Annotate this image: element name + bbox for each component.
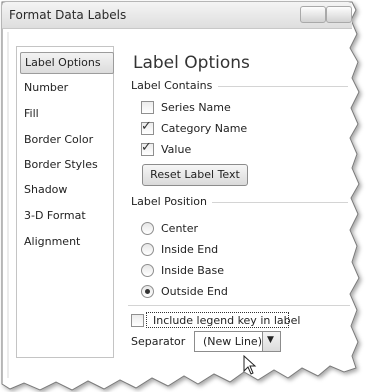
center-radio[interactable] xyxy=(141,221,154,235)
position-inside-base-option[interactable]: Inside Base xyxy=(141,262,224,278)
legend-key-checkbox[interactable] xyxy=(131,313,144,327)
nav-item-label: Number xyxy=(24,81,69,94)
nav-item-label: Label Options xyxy=(25,56,101,69)
series-name-option[interactable]: Series Name xyxy=(141,99,231,115)
checkmark-icon: ✓ xyxy=(141,139,152,155)
nav-item-label-options[interactable]: Label Options xyxy=(20,52,114,74)
mouse-cursor-icon xyxy=(243,355,257,375)
reset-label-text-button[interactable]: Reset Label Text xyxy=(142,164,248,186)
nav-item-label: Fill xyxy=(24,107,39,120)
group-divider xyxy=(218,86,348,87)
series-name-label: Series Name xyxy=(161,100,231,114)
separator-label: Separator xyxy=(131,335,186,348)
nav-item-label: Alignment xyxy=(24,235,81,248)
nav-item-border-styles[interactable]: Border Styles xyxy=(20,155,112,175)
value-checkbox[interactable]: ✓ xyxy=(141,139,154,156)
series-name-checkbox[interactable] xyxy=(141,100,154,114)
nav-item-number[interactable]: Number xyxy=(20,78,112,98)
category-list: Label Options Number Fill Border Color B… xyxy=(16,46,114,358)
inside-base-radio[interactable] xyxy=(141,263,154,277)
close-button[interactable] xyxy=(326,6,352,23)
title-bar: Format Data Labels xyxy=(2,2,352,29)
focus-rectangle xyxy=(146,312,289,328)
category-name-checkbox[interactable]: ✓ xyxy=(141,118,154,135)
nav-item-label: Border Styles xyxy=(24,158,98,171)
chevron-down-icon: ▼ xyxy=(267,335,274,345)
label-position-heading: Label Position xyxy=(131,195,208,208)
nav-item-shadow[interactable]: Shadow xyxy=(20,180,112,200)
label-contains-heading: Label Contains xyxy=(131,79,213,92)
checkmark-icon: ✓ xyxy=(141,118,152,134)
group-divider xyxy=(212,202,348,203)
category-name-option[interactable]: ✓ Category Name xyxy=(141,118,248,136)
window-title: Format Data Labels xyxy=(9,8,127,22)
value-option[interactable]: ✓ Value xyxy=(141,139,192,157)
center-label: Center xyxy=(161,221,199,235)
section-divider xyxy=(128,305,350,306)
outside-end-radio[interactable] xyxy=(141,284,154,298)
screenshot-stage: Format Data Labels Label Options Number … xyxy=(0,0,375,392)
nav-item-label: 3-D Format xyxy=(24,209,86,222)
nav-item-alignment[interactable]: Alignment xyxy=(20,232,112,252)
category-name-label: Category Name xyxy=(161,121,248,135)
position-inside-end-option[interactable]: Inside End xyxy=(141,241,218,257)
panel-title: Label Options xyxy=(133,53,250,73)
value-label: Value xyxy=(161,142,192,156)
inside-base-label: Inside Base xyxy=(161,263,225,277)
help-button[interactable] xyxy=(300,6,326,23)
nav-item-3d-format[interactable]: 3-D Format xyxy=(20,206,112,226)
nav-item-label: Border Color xyxy=(24,133,94,146)
inside-end-label: Inside End xyxy=(161,242,219,256)
nav-item-border-color[interactable]: Border Color xyxy=(20,130,112,150)
radio-selected-dot xyxy=(145,288,150,294)
position-center-option[interactable]: Center xyxy=(141,220,198,236)
nav-item-label: Shadow xyxy=(24,183,68,196)
separator-dropdown[interactable]: (New Line) ▼ xyxy=(194,331,281,352)
inside-end-radio[interactable] xyxy=(141,242,154,256)
outside-end-label: Outside End xyxy=(161,284,228,298)
separator-value: (New Line) xyxy=(203,335,262,348)
nav-item-fill[interactable]: Fill xyxy=(20,104,112,124)
position-outside-end-option[interactable]: Outside End xyxy=(141,283,228,299)
dropdown-button[interactable]: ▼ xyxy=(262,332,280,351)
